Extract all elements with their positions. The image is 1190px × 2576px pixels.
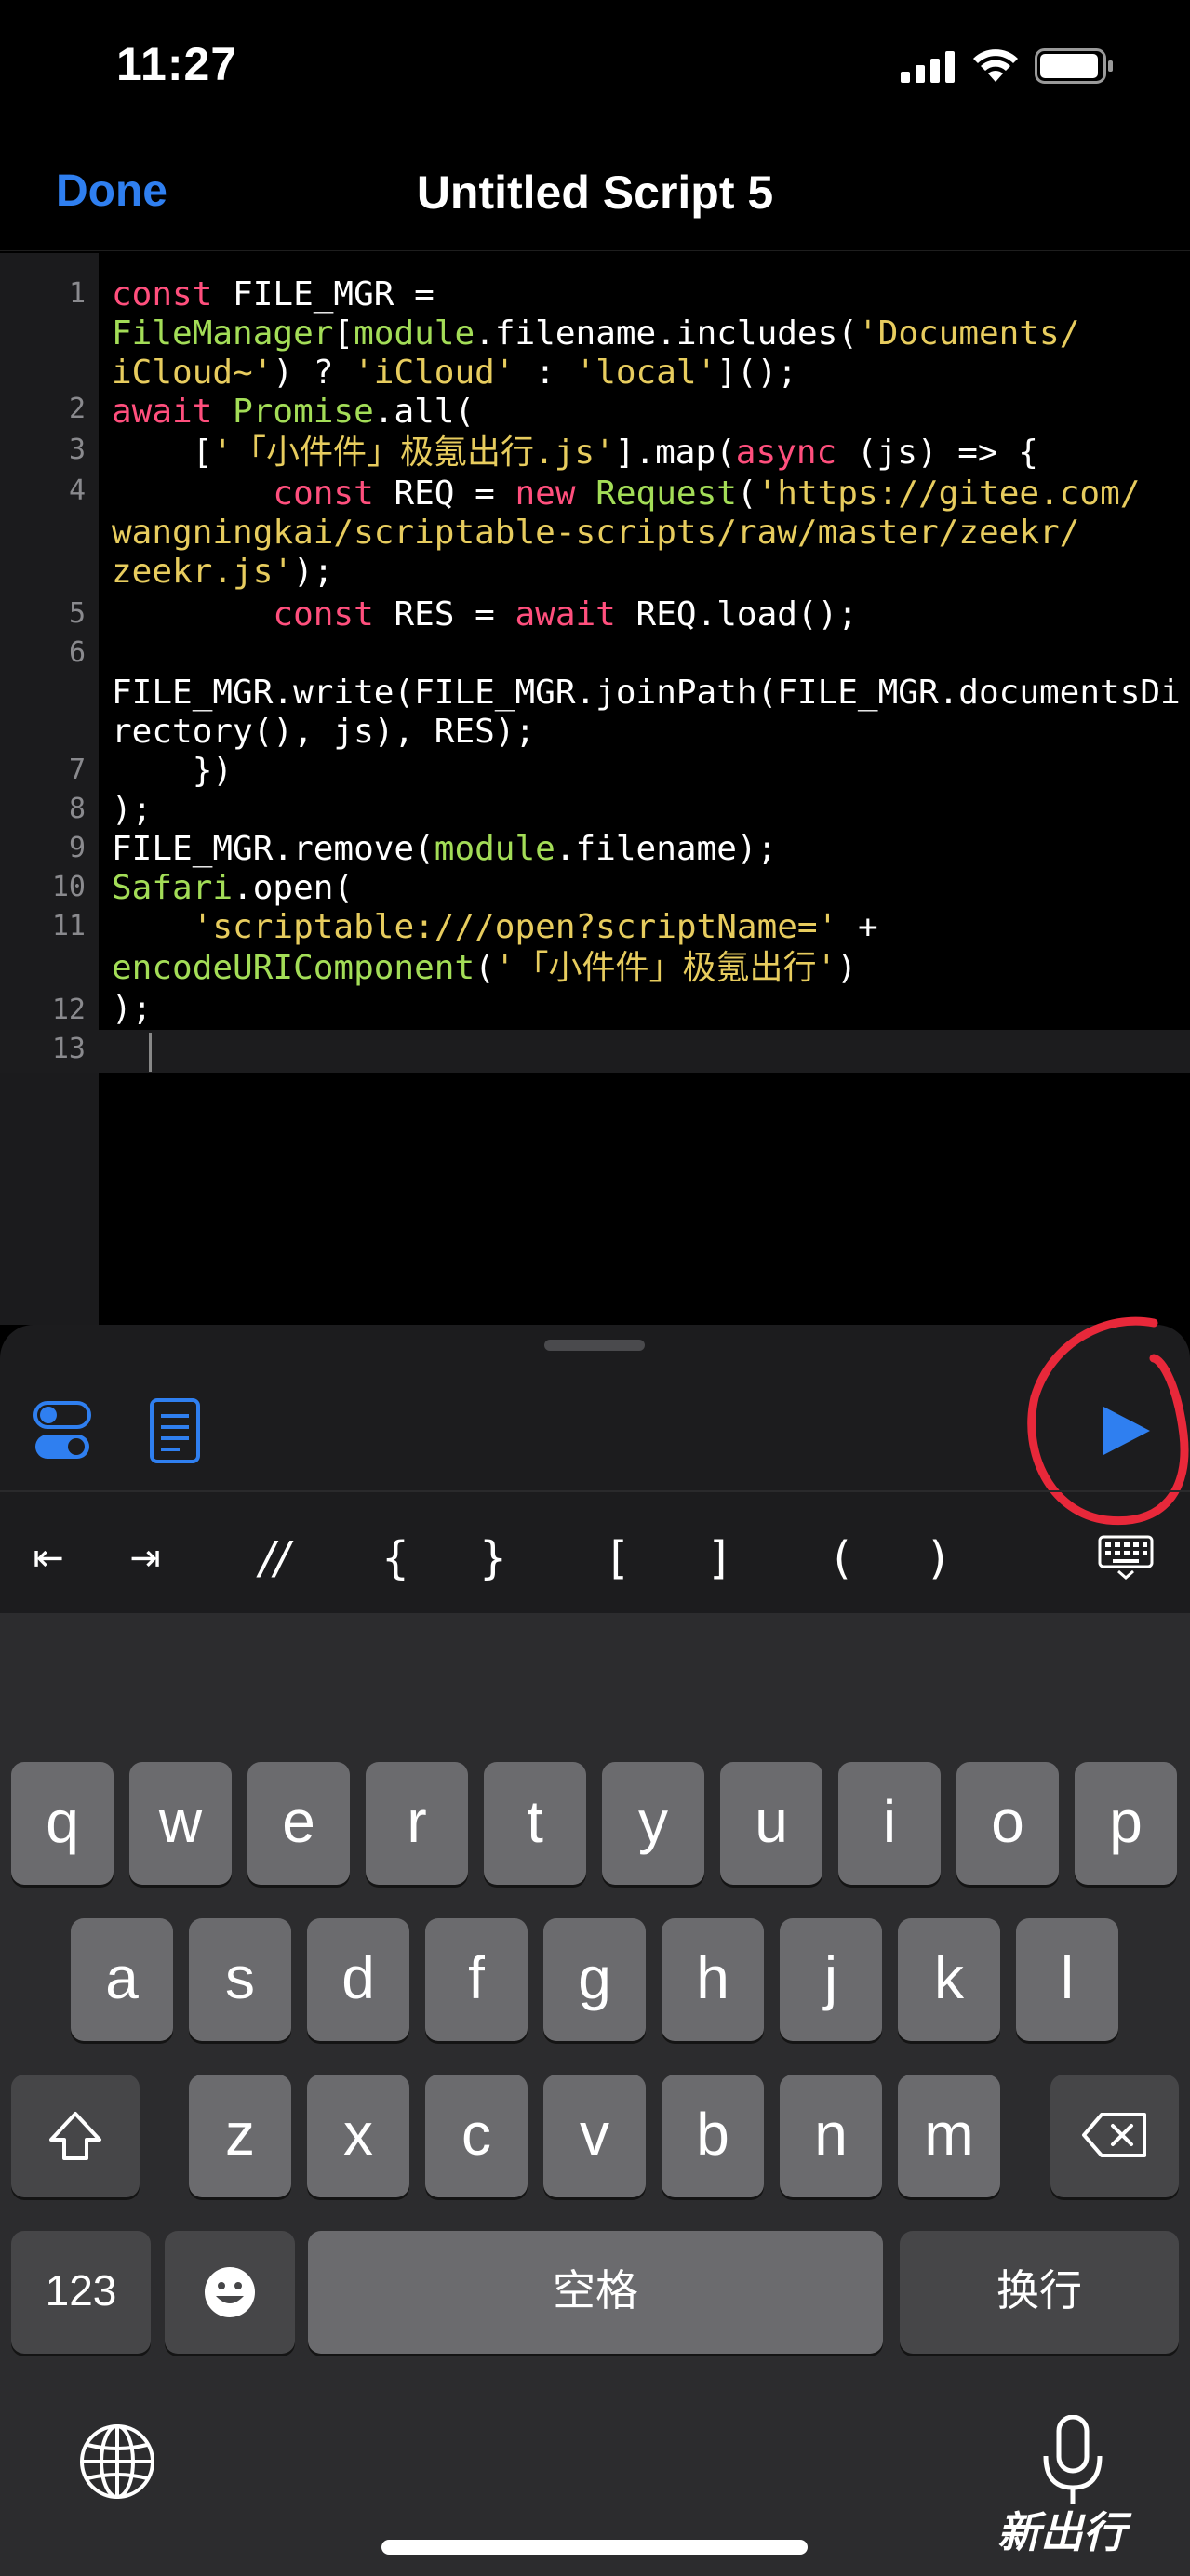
- line-number: 3: [68, 434, 86, 466]
- key-t[interactable]: t: [484, 1762, 586, 1885]
- code-text: const REQ = new Request('https://gitee.c…: [273, 474, 1141, 513]
- code-text: const FILE_MGR =: [112, 275, 435, 314]
- key-y[interactable]: y: [602, 1762, 704, 1885]
- code-text: 'scriptable:///open?scriptName=' +: [192, 908, 878, 946]
- home-indicator[interactable]: [381, 2540, 808, 2555]
- code-text: rectory(), js), RES);: [112, 713, 536, 751]
- status-time: 11:27: [116, 38, 238, 90]
- code-text: encodeURIComponent('「小件件」极氪出行'): [112, 949, 857, 987]
- globe-icon[interactable]: [78, 2423, 156, 2501]
- emoji-key[interactable]: [165, 2231, 295, 2354]
- key-p[interactable]: p: [1075, 1762, 1177, 1885]
- key-x[interactable]: x: [307, 2075, 409, 2197]
- key-i[interactable]: i: [838, 1762, 941, 1885]
- key-b[interactable]: b: [662, 2075, 764, 2197]
- line-number: 2: [68, 393, 86, 425]
- line-number: 4: [68, 474, 86, 507]
- key-s[interactable]: s: [189, 1918, 291, 2041]
- code-text: FILE_MGR.remove(module.filename);: [112, 830, 778, 868]
- document-icon[interactable]: [149, 1397, 201, 1464]
- code-text: await Promise.all(: [112, 393, 475, 431]
- code-text: FileManager[module.filename.includes('Do…: [112, 314, 1080, 353]
- delete-key[interactable]: [1050, 2075, 1179, 2197]
- code-text: const RES = await REQ.load();: [273, 595, 858, 634]
- code-text: FILE_MGR.write(FILE_MGR.joinPath(FILE_MG…: [112, 674, 1181, 712]
- emoji-icon: [205, 2267, 255, 2317]
- key-j[interactable]: j: [780, 1918, 882, 2041]
- key-g[interactable]: g: [543, 1918, 646, 2041]
- shift-key[interactable]: [11, 2075, 140, 2197]
- panel-grabber-handle[interactable]: [544, 1340, 645, 1351]
- line-number: 7: [68, 754, 86, 786]
- backspace-icon: [1082, 2113, 1146, 2157]
- key-w[interactable]: w: [129, 1762, 232, 1885]
- code-text: zeekr.js');: [112, 553, 334, 591]
- line-number: 9: [68, 832, 86, 864]
- outdent-key[interactable]: ⇤: [28, 1526, 69, 1591]
- shift-arrow-icon: [49, 2112, 101, 2160]
- line-number: 1: [68, 277, 86, 310]
- key-e[interactable]: e: [247, 1762, 350, 1885]
- script-title: Untitled Script 5: [416, 167, 774, 219]
- key-n[interactable]: n: [780, 2075, 882, 2197]
- key-k[interactable]: k: [898, 1918, 1000, 2041]
- code-text: Safari.open(: [112, 869, 354, 907]
- comment-key[interactable]: //: [247, 1526, 302, 1591]
- current-line-highlight: [0, 1030, 1190, 1073]
- key-l[interactable]: l: [1016, 1918, 1118, 2041]
- paren-open-key[interactable]: (: [823, 1526, 861, 1591]
- text-cursor: [149, 1033, 152, 1072]
- toolbar-divider: [0, 1490, 1190, 1492]
- run-play-icon[interactable]: [1098, 1403, 1154, 1459]
- key-u[interactable]: u: [720, 1762, 822, 1885]
- key-q[interactable]: q: [11, 1762, 114, 1885]
- key-d[interactable]: d: [307, 1918, 409, 2041]
- microphone-icon[interactable]: [1040, 2415, 1105, 2508]
- watermark-logo: 新出行: [997, 2507, 1126, 2557]
- numbers-key[interactable]: 123: [11, 2231, 151, 2354]
- key-v[interactable]: v: [543, 2075, 646, 2197]
- wifi-icon: [973, 49, 1018, 82]
- key-c[interactable]: c: [425, 2075, 528, 2197]
- key-a[interactable]: a: [71, 1918, 173, 2041]
- key-o[interactable]: o: [956, 1762, 1059, 1885]
- key-r[interactable]: r: [366, 1762, 468, 1885]
- line-number: 10: [51, 871, 86, 903]
- keyboard-dismiss-icon[interactable]: [1098, 1535, 1154, 1580]
- code-text: );: [112, 791, 153, 829]
- space-key[interactable]: 空格: [308, 2231, 883, 2354]
- brace-open-key[interactable]: {: [377, 1526, 414, 1591]
- line-number: 11: [51, 910, 86, 942]
- code-text: );: [112, 990, 153, 1028]
- key-m[interactable]: m: [898, 2075, 1000, 2197]
- bracket-open-key[interactable]: [: [600, 1526, 637, 1591]
- line-number: 5: [68, 597, 86, 630]
- key-z[interactable]: z: [189, 2075, 291, 2197]
- code-text: ['「小件件」极氪出行.js'].map(async (js) => {: [112, 434, 1038, 472]
- brace-close-key[interactable]: }: [475, 1526, 512, 1591]
- indent-key[interactable]: ⇥: [125, 1526, 166, 1591]
- editor-toolbar-panel: [0, 1325, 1190, 1613]
- line-number: 6: [68, 636, 86, 669]
- battery-icon: [1035, 48, 1113, 84]
- key-f[interactable]: f: [425, 1918, 528, 2041]
- bracket-close-key[interactable]: ]: [700, 1526, 737, 1591]
- status-bar: 11:27: [0, 0, 1190, 130]
- code-text: }): [112, 752, 234, 790]
- line-number: 12: [51, 994, 86, 1026]
- key-h[interactable]: h: [662, 1918, 764, 2041]
- code-editor[interactable]: 1 2 3 4 5 6 7 8 9 10 11 12 13 const FILE…: [0, 253, 1190, 1325]
- line-number: 8: [68, 793, 86, 825]
- return-key[interactable]: 换行: [900, 2231, 1179, 2354]
- paren-close-key[interactable]: ): [919, 1526, 956, 1591]
- settings-toggle-icon[interactable]: [33, 1401, 91, 1461]
- line-number: 13: [51, 1033, 86, 1065]
- cellular-signal-icon: [901, 51, 955, 83]
- code-text: iCloud~') ? 'iCloud' : 'local']();: [112, 354, 797, 392]
- code-text: wangningkai/scriptable-scripts/raw/maste…: [112, 514, 1080, 552]
